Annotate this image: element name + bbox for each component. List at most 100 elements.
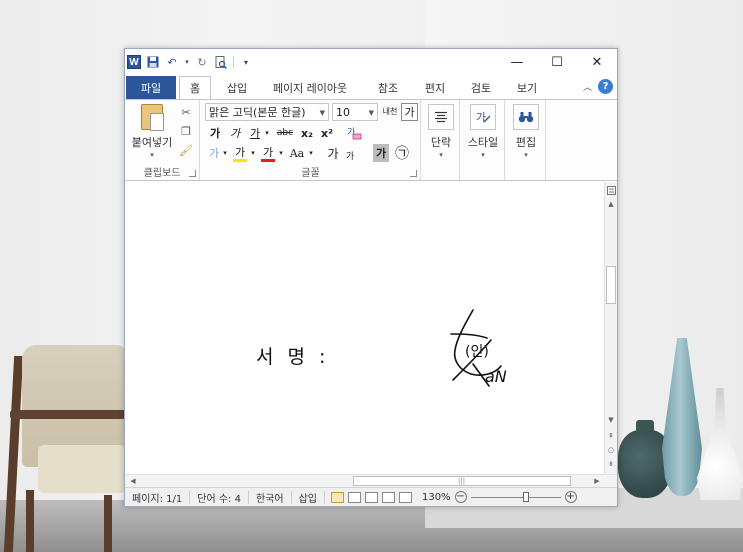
paragraph-button[interactable]: 단락 ▾ bbox=[423, 104, 459, 164]
zoom-in-button[interactable]: + bbox=[564, 491, 577, 503]
tab-file[interactable]: 파일 bbox=[126, 76, 176, 99]
font-color-dropdown-icon[interactable]: ▾ bbox=[277, 144, 285, 162]
draft-view-icon[interactable] bbox=[398, 491, 412, 503]
font-size-value: 10 bbox=[336, 105, 350, 119]
char-shading-button[interactable]: 가 bbox=[373, 144, 389, 162]
ruler-toggle-icon[interactable] bbox=[605, 184, 617, 196]
underline-dropdown-icon[interactable]: ▾ bbox=[263, 124, 271, 142]
chair-leg bbox=[104, 495, 112, 552]
shrink-font-button[interactable]: 가 bbox=[343, 146, 357, 164]
scroll-left-icon[interactable]: ◀ bbox=[127, 475, 139, 487]
paragraph-dropdown-icon: ▾ bbox=[439, 151, 443, 159]
underline-button[interactable]: 가 bbox=[247, 124, 263, 142]
word-app-icon[interactable]: W bbox=[127, 55, 141, 69]
signature-scribble-text: aN bbox=[485, 367, 507, 386]
next-page-icon[interactable]: ⇟ bbox=[605, 458, 617, 470]
help-icon[interactable]: ? bbox=[598, 79, 613, 94]
text-effects-dropdown-icon[interactable]: ▾ bbox=[221, 144, 229, 162]
grow-font-button[interactable]: 가 bbox=[325, 144, 341, 162]
quick-access-toolbar: W ↶ ▾ ↻ ▾ bbox=[127, 54, 253, 70]
highlight-dropdown-icon[interactable]: ▾ bbox=[249, 144, 257, 162]
copy-icon[interactable]: ❐ bbox=[179, 124, 193, 138]
print-preview-icon[interactable] bbox=[214, 55, 228, 69]
font-size-box[interactable]: 10 ▼ bbox=[332, 103, 378, 121]
minimize-ribbon-icon[interactable]: ︿ bbox=[583, 80, 592, 93]
document-page[interactable]: 서 명 : (인) aN bbox=[125, 182, 604, 474]
status-word-count[interactable]: 단어 수: 4 bbox=[190, 490, 249, 505]
word-window: W ↶ ▾ ↻ ▾ — ☐ ✕ 파일 홈 삽입 페이지 레이아웃 참조 편지 검… bbox=[124, 48, 618, 507]
clipboard-launcher-icon[interactable] bbox=[189, 170, 196, 177]
clear-formatting-icon[interactable]: 가 bbox=[343, 124, 365, 142]
format-painter-icon[interactable]: 🖌 bbox=[179, 143, 193, 157]
italic-button[interactable]: 가 bbox=[227, 124, 243, 142]
phonetic-guide-button[interactable]: 내천 bbox=[381, 103, 399, 121]
highlight-color-bar bbox=[233, 159, 247, 162]
font-group: 맑은 고딕(본문 한글) ▼ 10 ▼ 내천 가 가 가 가 ▾ abc x₂ … bbox=[201, 100, 421, 180]
undo-dropdown-icon[interactable]: ▾ bbox=[184, 55, 190, 69]
char-border-button[interactable]: 가 bbox=[401, 103, 418, 121]
zoom-slider-knob[interactable] bbox=[522, 491, 529, 502]
paragraph-group: 단락 ▾ bbox=[422, 100, 460, 180]
font-launcher-icon[interactable] bbox=[410, 170, 417, 177]
redo-icon[interactable]: ↻ bbox=[195, 55, 209, 69]
vertical-scrollbar[interactable]: ▲ ▼ ⇞ ○ ⇟ bbox=[604, 182, 617, 474]
minimize-button[interactable]: — bbox=[497, 49, 537, 75]
tab-mailings[interactable]: 편지 bbox=[413, 76, 457, 99]
scroll-up-icon[interactable]: ▲ bbox=[605, 198, 617, 210]
tab-page-layout[interactable]: 페이지 레이아웃 bbox=[263, 76, 357, 99]
chair-leg bbox=[26, 490, 34, 552]
paste-icon bbox=[141, 104, 164, 131]
horizontal-scrollbar[interactable]: ◀ ||| ▶ bbox=[125, 474, 617, 487]
close-button[interactable]: ✕ bbox=[577, 49, 617, 75]
change-case-dropdown-icon[interactable]: ▾ bbox=[307, 144, 315, 162]
vertical-scroll-thumb[interactable] bbox=[606, 266, 616, 304]
paste-button[interactable]: 붙여넣기 ▾ bbox=[131, 104, 173, 160]
scroll-right-icon[interactable]: ▶ bbox=[591, 475, 603, 487]
undo-icon[interactable]: ↶ bbox=[165, 55, 179, 69]
print-layout-view-icon[interactable] bbox=[330, 491, 344, 503]
status-language[interactable]: 한국어 bbox=[249, 490, 292, 505]
subscript-button[interactable]: x₂ bbox=[299, 124, 315, 142]
customize-qat-icon[interactable]: ▾ bbox=[239, 55, 253, 69]
strikethrough-button[interactable]: abc bbox=[275, 124, 295, 142]
web-layout-view-icon[interactable] bbox=[364, 491, 378, 503]
tab-view[interactable]: 보기 bbox=[505, 76, 549, 99]
chair-seat bbox=[38, 445, 126, 493]
status-insert-mode[interactable]: 삽입 bbox=[292, 490, 325, 505]
font-name-box[interactable]: 맑은 고딕(본문 한글) ▼ bbox=[205, 103, 329, 121]
zoom-level[interactable]: 130% bbox=[422, 492, 451, 503]
browse-object-icon[interactable]: ○ bbox=[605, 444, 617, 456]
tab-references[interactable]: 참조 bbox=[365, 76, 411, 99]
status-page[interactable]: 페이지: 1/1 bbox=[125, 490, 191, 505]
tab-review[interactable]: 검토 bbox=[459, 76, 503, 99]
scroll-grip-icon: ||| bbox=[458, 477, 466, 485]
styles-group: 가 스타일 ▾ bbox=[461, 100, 505, 180]
scroll-down-icon[interactable]: ▼ bbox=[605, 414, 617, 426]
tab-insert[interactable]: 삽입 bbox=[217, 76, 257, 99]
outline-view-icon[interactable] bbox=[381, 491, 395, 503]
signature-image: (인) aN bbox=[450, 309, 507, 387]
enclose-characters-button[interactable]: ㉠ bbox=[393, 144, 411, 162]
full-screen-reading-view-icon[interactable] bbox=[347, 491, 361, 503]
horizontal-scroll-thumb[interactable]: ||| bbox=[353, 476, 571, 486]
signature-seal-text: (인) bbox=[465, 344, 489, 360]
paragraph-align-icon bbox=[428, 104, 454, 130]
editing-button[interactable]: 편집 ▾ bbox=[508, 104, 544, 164]
font-name-dropdown-icon: ▼ bbox=[319, 109, 325, 117]
tab-home[interactable]: 홈 bbox=[179, 76, 211, 99]
previous-page-icon[interactable]: ⇞ bbox=[605, 430, 617, 442]
change-case-button[interactable]: Aa bbox=[287, 144, 307, 162]
window-controls: — ☐ ✕ bbox=[497, 49, 617, 75]
bold-button[interactable]: 가 bbox=[207, 124, 223, 142]
editing-label: 편집 bbox=[515, 136, 537, 149]
superscript-button[interactable]: x² bbox=[319, 124, 335, 142]
zoom-slider[interactable] bbox=[470, 491, 561, 502]
styles-button[interactable]: 가 스타일 ▾ bbox=[465, 104, 501, 164]
styles-icon: 가 bbox=[470, 104, 496, 130]
save-icon[interactable] bbox=[146, 55, 160, 69]
tab-right-controls: ︿ ? bbox=[583, 79, 613, 94]
font-group-label: 글꼴 bbox=[301, 168, 320, 179]
zoom-out-button[interactable]: − bbox=[454, 491, 467, 503]
cut-icon[interactable]: ✂ bbox=[179, 105, 193, 119]
maximize-button[interactable]: ☐ bbox=[537, 49, 577, 75]
